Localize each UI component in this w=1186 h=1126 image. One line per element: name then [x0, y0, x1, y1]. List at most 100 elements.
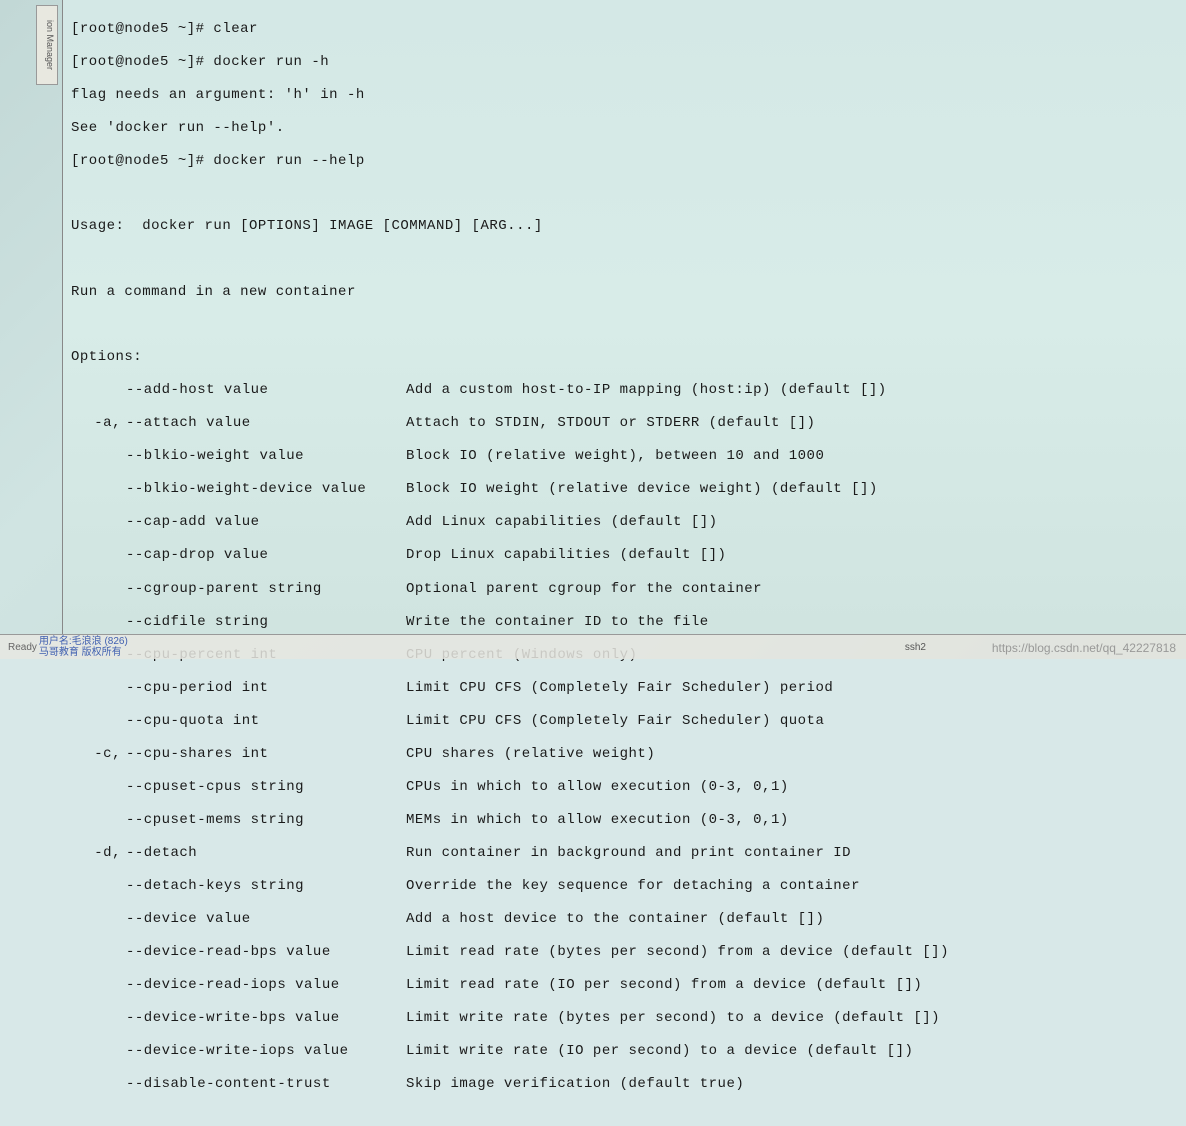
option-shortflag	[71, 581, 126, 598]
option-row: --device valueAdd a host device to the c…	[71, 911, 1178, 928]
terminal-window[interactable]: [root@node5 ~]# clear [root@node5 ~]# do…	[62, 0, 1186, 634]
option-description: Add a custom host-to-IP mapping (host:ip…	[406, 382, 887, 399]
option-description: Override the key sequence for detaching …	[406, 878, 860, 895]
option-flag: --cap-drop value	[126, 547, 406, 564]
option-description: Write the container ID to the file	[406, 614, 709, 631]
option-shortflag: -a,	[71, 415, 126, 432]
option-flag: --blkio-weight-device value	[126, 481, 406, 498]
option-shortflag	[71, 1010, 126, 1027]
option-description: Limit write rate (bytes per second) to a…	[406, 1010, 940, 1027]
option-shortflag	[71, 514, 126, 531]
option-row: --cap-add valueAdd Linux capabilities (d…	[71, 514, 1178, 531]
option-shortflag	[71, 1076, 126, 1093]
option-flag: --cgroup-parent string	[126, 581, 406, 598]
option-flag: --add-host value	[126, 382, 406, 399]
option-row: --cpu-period intLimit CPU CFS (Completel…	[71, 680, 1178, 697]
sidebar-tab-label: ion Manager	[45, 20, 55, 70]
option-flag: --detach-keys string	[126, 878, 406, 895]
option-shortflag	[71, 878, 126, 895]
option-shortflag	[71, 1043, 126, 1060]
option-flag: --detach	[126, 845, 406, 862]
option-row: --blkio-weight valueBlock IO (relative w…	[71, 448, 1178, 465]
option-description: Run container in background and print co…	[406, 845, 851, 862]
session-manager-tab[interactable]: ion Manager	[36, 5, 58, 85]
option-shortflag	[71, 944, 126, 961]
option-description: Add a host device to the container (defa…	[406, 911, 824, 928]
option-row: --cgroup-parent stringOptional parent cg…	[71, 581, 1178, 598]
option-description: Block IO (relative weight), between 10 a…	[406, 448, 824, 465]
option-description: Optional parent cgroup for the container	[406, 581, 762, 598]
option-shortflag	[71, 779, 126, 796]
option-flag: --cpu-shares int	[126, 746, 406, 763]
ssh-indicator: ssh2	[905, 642, 926, 653]
option-description: Add Linux capabilities (default [])	[406, 514, 718, 531]
option-row: --device-read-iops valueLimit read rate …	[71, 977, 1178, 994]
option-row: --cidfile stringWrite the container ID t…	[71, 614, 1178, 631]
option-shortflag	[71, 382, 126, 399]
option-description: CPUs in which to allow execution (0-3, 0…	[406, 779, 789, 796]
option-flag: --cpuset-mems string	[126, 812, 406, 829]
status-user-info: 用户名:毛浪浪 (826) 马哥教育 版权所有	[39, 636, 128, 658]
option-row: -c,--cpu-shares intCPU shares (relative …	[71, 746, 1178, 763]
option-row: --cpu-quota intLimit CPU CFS (Completely…	[71, 713, 1178, 730]
option-shortflag	[71, 911, 126, 928]
option-shortflag	[71, 547, 126, 564]
option-flag: --cpuset-cpus string	[126, 779, 406, 796]
option-flag: --attach value	[126, 415, 406, 432]
option-flag: --device-write-iops value	[126, 1043, 406, 1060]
option-flag: --blkio-weight value	[126, 448, 406, 465]
option-shortflag	[71, 977, 126, 994]
option-shortflag	[71, 614, 126, 631]
prompt-line: [root@node5 ~]# docker run -h	[71, 54, 1178, 71]
option-shortflag	[71, 448, 126, 465]
subtitle-line: Run a command in a new container	[71, 284, 1178, 301]
option-flag: --device-read-iops value	[126, 977, 406, 994]
option-description: CPU shares (relative weight)	[406, 746, 655, 763]
option-description: MEMs in which to allow execution (0-3, 0…	[406, 812, 789, 829]
option-flag: --device-write-bps value	[126, 1010, 406, 1027]
option-flag: --cidfile string	[126, 614, 406, 631]
option-row: --cpuset-cpus stringCPUs in which to all…	[71, 779, 1178, 796]
option-description: Limit CPU CFS (Completely Fair Scheduler…	[406, 680, 833, 697]
option-flag: --cpu-period int	[126, 680, 406, 697]
option-description: Skip image verification (default true)	[406, 1076, 744, 1093]
option-flag: --cpu-quota int	[126, 713, 406, 730]
option-shortflag	[71, 812, 126, 829]
option-row: --device-write-iops valueLimit write rat…	[71, 1043, 1178, 1060]
error-line: flag needs an argument: 'h' in -h	[71, 87, 1178, 104]
option-row: --cap-drop valueDrop Linux capabilities …	[71, 547, 1178, 564]
option-shortflag	[71, 481, 126, 498]
option-row: -a,--attach valueAttach to STDIN, STDOUT…	[71, 415, 1178, 432]
option-row: -d,--detachRun container in background a…	[71, 845, 1178, 862]
option-flag: --disable-content-trust	[126, 1076, 406, 1093]
option-row: --device-read-bps valueLimit read rate (…	[71, 944, 1178, 961]
option-description: Limit write rate (IO per second) to a de…	[406, 1043, 913, 1060]
option-description: Limit CPU CFS (Completely Fair Scheduler…	[406, 713, 824, 730]
hint-line: See 'docker run --help'.	[71, 120, 1178, 137]
option-description: Block IO weight (relative device weight)…	[406, 481, 878, 498]
option-description: Attach to STDIN, STDOUT or STDERR (defau…	[406, 415, 815, 432]
copyright-label: 马哥教育 版权所有	[39, 647, 122, 658]
option-row: --blkio-weight-device valueBlock IO weig…	[71, 481, 1178, 498]
option-flag: --device-read-bps value	[126, 944, 406, 961]
option-shortflag: -d,	[71, 845, 126, 862]
option-row: --disable-content-trustSkip image verifi…	[71, 1076, 1178, 1093]
terminal-content: [root@node5 ~]# clear [root@node5 ~]# do…	[71, 4, 1178, 1126]
option-description: Limit read rate (bytes per second) from …	[406, 944, 949, 961]
ready-label: Ready	[8, 642, 37, 653]
option-description: Drop Linux capabilities (default [])	[406, 547, 726, 564]
options-header: Options:	[71, 349, 1178, 366]
option-shortflag	[71, 680, 126, 697]
option-description: Limit read rate (IO per second) from a d…	[406, 977, 922, 994]
option-shortflag	[71, 713, 126, 730]
option-row: --add-host valueAdd a custom host-to-IP …	[71, 382, 1178, 399]
option-shortflag: -c,	[71, 746, 126, 763]
option-flag: --cap-add value	[126, 514, 406, 531]
option-row: --cpuset-mems stringMEMs in which to all…	[71, 812, 1178, 829]
user-name-label: 用户名:毛浪浪 (826)	[39, 636, 128, 647]
option-row: --detach-keys stringOverride the key seq…	[71, 878, 1178, 895]
prompt-line: [root@node5 ~]# clear	[71, 21, 1178, 38]
option-row: --device-write-bps valueLimit write rate…	[71, 1010, 1178, 1027]
watermark-text: https://blog.csdn.net/qq_42227818	[992, 641, 1176, 655]
usage-line: Usage: docker run [OPTIONS] IMAGE [COMMA…	[71, 218, 1178, 235]
